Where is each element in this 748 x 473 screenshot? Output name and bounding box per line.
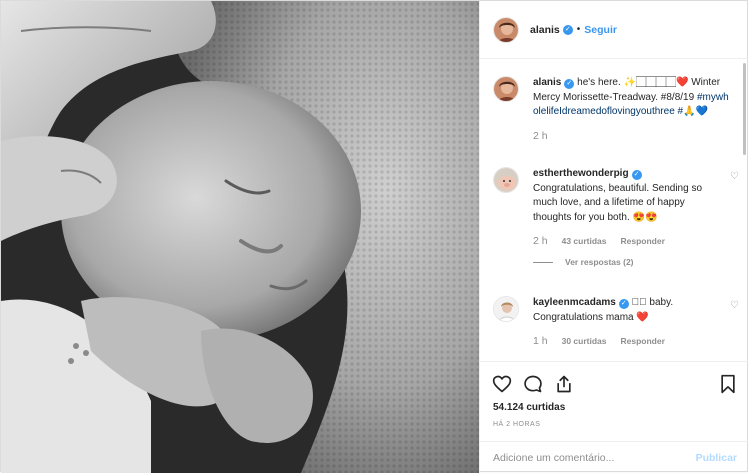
caption-username[interactable]: alanis [533, 77, 561, 88]
comments-list[interactable]: alanis ✓ he's here. ✨🏻🏻🏻🏻❤️ Winter Mercy … [480, 59, 748, 361]
author-username[interactable]: alanis [530, 24, 560, 36]
comment-likes[interactable]: 30 curtidas [562, 336, 607, 346]
comment-like-heart-icon[interactable]: ♡ [730, 171, 739, 182]
post-actions: 54.124 curtidas HÁ 2 HORAS [480, 361, 748, 441]
verified-badge-icon: ✓ [562, 24, 573, 35]
post-dialog: alanis ✓ • Seguir alanis ✓ he's here. ✨🏻🏻 [0, 0, 748, 473]
comment-bubble-icon[interactable] [523, 374, 543, 394]
action-icons [492, 374, 574, 394]
caption-text: alanis ✓ he's here. ✨🏻🏻🏻🏻❤️ Winter Mercy … [533, 76, 733, 120]
comment-time[interactable]: 2 h [533, 235, 548, 247]
author-avatar[interactable] [493, 16, 519, 43]
comment-meta: 1 h 30 curtidas Responder [533, 335, 733, 347]
caption-comment: alanis ✓ he's here. ✨🏻🏻🏻🏻❤️ Winter Mercy … [493, 76, 733, 142]
commenter-avatar[interactable] [493, 167, 519, 193]
posted-time[interactable]: HÁ 2 HORAS [493, 421, 540, 428]
comments-scrollbar[interactable] [743, 63, 746, 155]
verified-badge-icon: ✓ [618, 299, 629, 309]
comment-username[interactable]: estherthewonderpig [533, 168, 629, 179]
comment-likes[interactable]: 43 curtidas [562, 236, 607, 246]
post-photo[interactable] [1, 1, 479, 473]
likes-count[interactable]: 54.124 curtidas [493, 402, 565, 413]
comment-text: estherthewonderpig ✓ Congratulations, bea… [533, 167, 733, 225]
avatar-image [494, 168, 518, 192]
verified-badge-icon: ✓ [564, 79, 575, 89]
comment-time[interactable]: 1 h [533, 335, 548, 347]
comment-item: ♡ kayleenmcadams ✓ 🏻🏻 baby. Congratulatio… [493, 296, 739, 347]
caption-avatar[interactable] [493, 76, 519, 102]
view-replies-button[interactable]: Ver respostas (2) [533, 257, 733, 267]
heart-icon[interactable] [492, 374, 512, 394]
post-side-panel: alanis ✓ • Seguir alanis ✓ he's here. ✨🏻🏻 [479, 1, 748, 473]
comment-like-heart-icon[interactable]: ♡ [730, 300, 739, 311]
follow-button[interactable]: Seguir [584, 24, 617, 36]
bookmark-icon[interactable] [719, 374, 737, 394]
avatar-image [494, 77, 518, 101]
post-header: alanis ✓ • Seguir [480, 1, 748, 59]
comment-body: Congratulations, beautiful. Sending so m… [533, 182, 703, 223]
replies-line [533, 261, 553, 263]
view-replies-label: Ver respostas (2) [565, 257, 634, 267]
caption-time[interactable]: 2 h [533, 130, 548, 142]
baby-photo-image [1, 1, 479, 473]
comment-text: kayleenmcadams ✓ 🏻🏻 baby. Congratulations… [533, 296, 733, 325]
avatar-image [494, 17, 518, 42]
share-icon[interactable] [554, 374, 574, 394]
add-comment-bar: Publicar [480, 441, 748, 473]
commenter-avatar[interactable] [493, 296, 519, 322]
comment-username[interactable]: kayleenmcadams [533, 297, 616, 308]
publish-button[interactable]: Publicar [696, 452, 737, 464]
verified-badge-icon: ✓ [631, 170, 642, 180]
comment-meta: 2 h 43 curtidas Responder [533, 235, 733, 247]
separator-dot: • [576, 24, 581, 35]
comment-input[interactable] [493, 451, 696, 464]
avatar-image [494, 297, 518, 321]
reply-button[interactable]: Responder [621, 336, 665, 346]
reply-button[interactable]: Responder [621, 236, 665, 246]
comment-item: ♡ estherthewonderpig ✓ Congratulations, b… [493, 167, 739, 267]
caption-meta: 2 h [533, 130, 733, 142]
